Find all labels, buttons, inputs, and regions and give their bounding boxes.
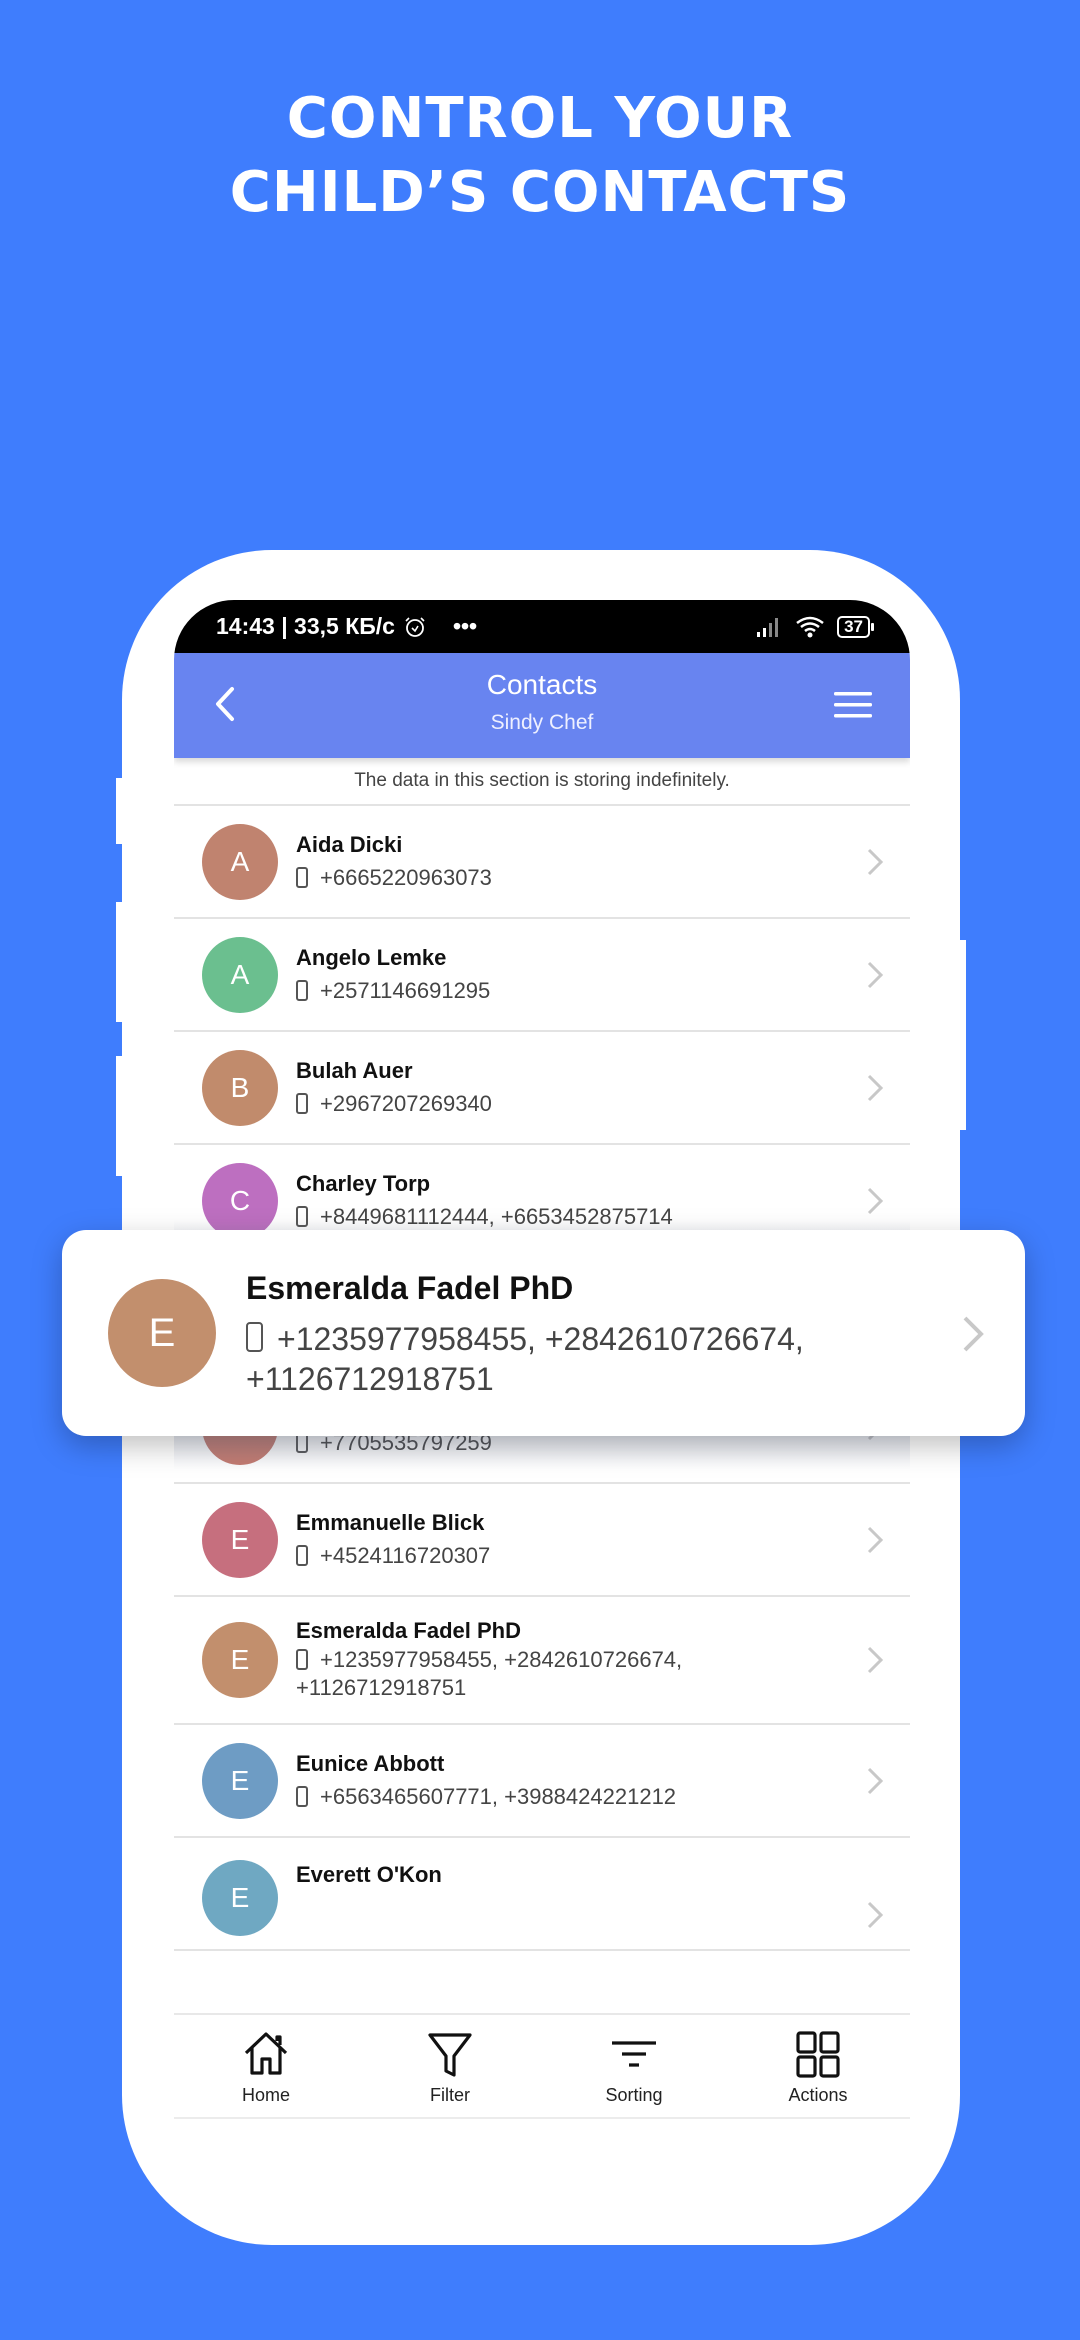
mobile-phone-icon	[296, 1092, 308, 1114]
mobile-phone-icon	[296, 1544, 308, 1566]
chevron-right-icon	[867, 961, 884, 988]
avatar: A	[202, 936, 278, 1013]
mobile-phone-icon	[296, 1785, 308, 1807]
battery-indicator: 37	[837, 615, 874, 638]
sort-icon	[612, 2041, 656, 2067]
contact-name: Angelo Lemke	[296, 944, 447, 970]
hamburger-menu-icon[interactable]	[834, 692, 872, 718]
tab-filter[interactable]: Filter	[358, 2015, 542, 2117]
more-notifications: •••	[452, 613, 478, 639]
contact-phones: +1235977958455, +2842610726674, +1126712…	[296, 1647, 683, 1700]
contact-name: Charley Torp	[296, 1170, 431, 1196]
chevron-right-icon	[867, 1074, 884, 1101]
contact-phones-line-2: +1126712918751	[246, 1361, 494, 1397]
bottom-tab-bar: Home Filter Sorting Actions	[174, 2013, 910, 2119]
retention-notice: The data in this section is storing inde…	[174, 758, 910, 806]
tab-label: Home	[241, 2085, 290, 2105]
status-bar: 14:43 | 33,5 КБ/с ••• 37	[174, 600, 910, 653]
avatar: B	[202, 1049, 278, 1126]
contact-row[interactable]: E Esmeralda Fadel PhD +1235977958455, +2…	[174, 1597, 910, 1725]
tab-sorting[interactable]: Sorting	[542, 2015, 726, 2117]
phone-side-button	[116, 902, 126, 1022]
phone-side-button	[956, 940, 966, 1130]
chevron-right-icon	[867, 848, 884, 875]
chevron-right-icon	[867, 1187, 884, 1214]
contact-row[interactable]: B Bulah Auer +2967207269340	[174, 1032, 910, 1145]
chevron-right-icon	[963, 1316, 984, 1352]
contact-row[interactable]: E Emmanuelle Blick +4524116720307	[174, 1484, 910, 1597]
avatar: A	[202, 823, 278, 900]
chevron-right-icon	[867, 1646, 884, 1674]
avatar: E	[202, 1622, 278, 1698]
contact-phones-line-1: +1235977958455, +2842610726674,	[277, 1321, 804, 1357]
alarm-clock-icon	[405, 616, 425, 637]
contact-row[interactable]: A Angelo Lemke +2571146691295	[174, 919, 910, 1032]
mobile-phone-icon	[296, 979, 308, 1001]
mobile-phone-icon	[296, 866, 308, 888]
wifi-icon	[796, 616, 824, 637]
contact-phones: +8449681112444, +6653452875714	[320, 1203, 673, 1229]
tab-actions[interactable]: Actions	[726, 2015, 910, 2117]
contact-row[interactable]: E Eunice Abbott +6563465607771, +3988424…	[174, 1725, 910, 1838]
avatar: C	[202, 1162, 278, 1239]
contact-phones: +2967207269340	[320, 1090, 492, 1116]
tab-home[interactable]: Home	[174, 2015, 358, 2117]
tab-label: Filter	[430, 2085, 470, 2105]
contact-name: Aida Dicki	[296, 831, 403, 857]
tab-label: Sorting	[605, 2085, 663, 2105]
chevron-right-icon	[867, 1767, 884, 1794]
contact-row[interactable]: A Aida Dicki +6665220963073	[174, 806, 910, 919]
filter-icon	[428, 2033, 472, 2077]
contact-phones: +6563465607771, +3988424221212	[320, 1783, 677, 1809]
highlighted-contact-card[interactable]: E Esmeralda Fadel PhD +1235977958455, +2…	[62, 1230, 1025, 1436]
mobile-phone-icon	[296, 1205, 308, 1227]
app-bar: Contacts Sindy Chef	[174, 653, 910, 758]
phone-side-button	[116, 778, 126, 844]
page-subtitle: Sindy Chef	[490, 711, 594, 734]
headline: CONTROL YOUR CHILD’S CONTACTS	[0, 82, 1080, 230]
contact-name: Eunice Abbott	[296, 1750, 445, 1776]
contact-name: Everett O'Kon	[296, 1862, 442, 1887]
contact-row[interactable]: E Everett O'Kon	[174, 1838, 910, 1951]
avatar: E	[202, 1742, 278, 1819]
signal-icon	[757, 617, 779, 637]
avatar: E	[108, 1279, 216, 1387]
tab-label: Actions	[788, 2085, 848, 2105]
contact-name: Emmanuelle Blick	[296, 1509, 485, 1535]
page-title: Contacts	[486, 669, 598, 700]
status-time: 14:43 | 33,5 КБ/с	[216, 613, 395, 639]
avatar: E	[202, 1860, 278, 1936]
mobile-phone-icon	[296, 1649, 308, 1670]
avatar: E	[202, 1501, 278, 1578]
headline-line-2: CHILD’S CONTACTS	[229, 160, 851, 225]
contact-name: Bulah Auer	[296, 1057, 413, 1083]
contact-phones: +4524116720307	[320, 1542, 491, 1568]
contact-phones: +2571146691295	[320, 977, 491, 1003]
mobile-phone-icon	[246, 1322, 263, 1352]
headline-line-1: CONTROL YOUR	[286, 86, 794, 151]
system-navigation-bar	[174, 2119, 910, 2140]
contact-name: Esmeralda Fadel PhD	[296, 1618, 521, 1643]
grid-icon	[796, 2031, 840, 2078]
contact-phones: +6665220963073	[320, 864, 492, 890]
chevron-right-icon	[867, 1526, 884, 1553]
home-icon	[244, 2032, 288, 2075]
contact-name: Esmeralda Fadel PhD	[246, 1270, 574, 1306]
phone-side-button	[116, 1056, 126, 1176]
chevron-right-icon	[867, 1901, 884, 1929]
